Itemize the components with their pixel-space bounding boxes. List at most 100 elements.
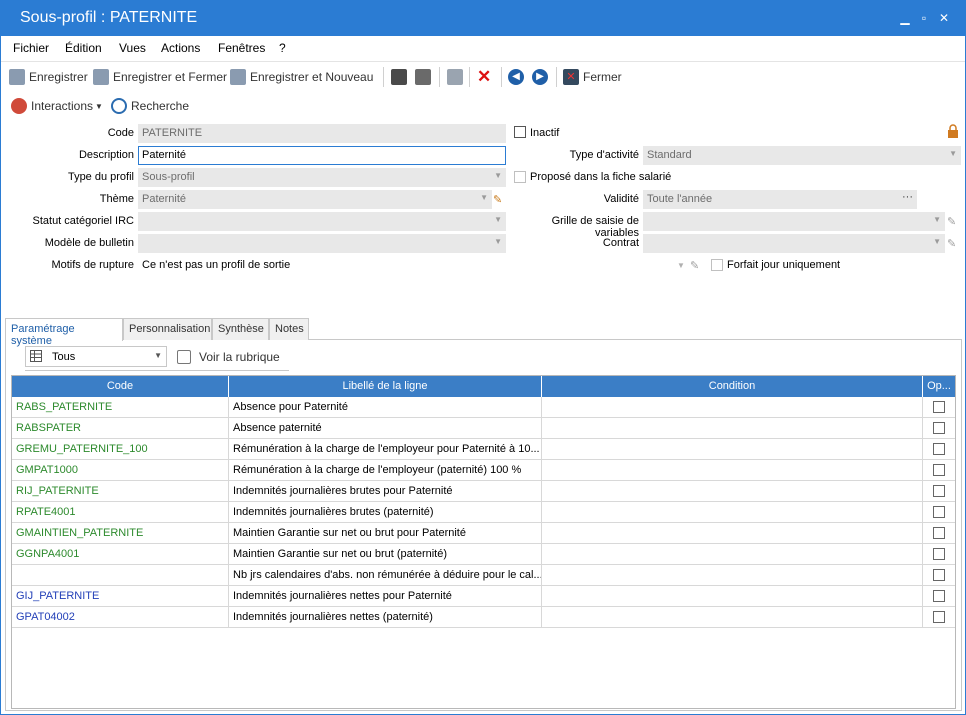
previous-button[interactable]: ◀ xyxy=(508,68,528,86)
activity-type-select[interactable]: Standard ▼ xyxy=(643,146,961,165)
cell-condition[interactable] xyxy=(542,544,923,565)
table-row[interactable]: RIJ_PATERNITE Indemnités journalières bru… xyxy=(12,481,955,502)
edit-pencil-icon[interactable]: ✎ xyxy=(947,237,956,250)
validity-field[interactable]: Toute l'année ··· xyxy=(643,190,917,209)
cell-label[interactable]: Absence pour Paternité xyxy=(229,397,542,418)
print-button[interactable] xyxy=(391,68,411,86)
edit-pencil-icon[interactable]: ✎ xyxy=(947,215,956,228)
menu-edit[interactable]: Édition xyxy=(65,41,102,55)
profile-type-select[interactable]: Sous-profil ▼ xyxy=(138,168,506,187)
column-header-code[interactable]: Code xyxy=(12,376,229,397)
contract-select[interactable]: ▼ xyxy=(643,234,945,253)
code-field[interactable]: PATERNITE xyxy=(138,124,506,143)
proposed-checkbox[interactable] xyxy=(514,171,526,183)
table-row[interactable]: GMAINTIEN_PATERNITE Maintien Garantie sur… xyxy=(12,523,955,544)
cell-label[interactable]: Maintien Garantie sur net ou brut pour P… xyxy=(229,523,542,544)
cell-code[interactable]: GIJ_PATERNITE xyxy=(12,586,229,607)
close-icon[interactable]: ✕ xyxy=(936,10,952,26)
cell-condition[interactable] xyxy=(542,607,923,628)
option-checkbox[interactable] xyxy=(933,611,945,623)
cell-label[interactable]: Rémunération à la charge de l'employeur … xyxy=(229,439,542,460)
table-row[interactable]: Nb jrs calendaires d'abs. non rémunérée … xyxy=(12,565,955,586)
tab-notes[interactable]: Notes xyxy=(269,318,309,340)
minimize-icon[interactable]: ▁ xyxy=(897,10,913,26)
maximize-icon[interactable]: ▫ xyxy=(916,10,932,26)
edit-pencil-icon[interactable]: ✎ xyxy=(493,193,502,206)
cell-code[interactable]: RABS_PATERNITE xyxy=(12,397,229,418)
save-close-button[interactable]: Enregistrer et Fermer xyxy=(93,68,227,86)
cell-label[interactable]: Indemnités journalières nettes pour Pate… xyxy=(229,586,542,607)
irc-status-select[interactable]: ▼ xyxy=(138,212,506,231)
menu-help[interactable]: ? xyxy=(279,41,286,55)
cell-label[interactable]: Indemnités journalières brutes pour Pate… xyxy=(229,481,542,502)
option-checkbox[interactable] xyxy=(933,569,945,581)
column-header-option[interactable]: Op... xyxy=(923,376,955,397)
option-checkbox[interactable] xyxy=(933,506,945,518)
inactive-checkbox[interactable] xyxy=(514,126,526,138)
cell-code[interactable]: GMAINTIEN_PATERNITE xyxy=(12,523,229,544)
cell-condition[interactable] xyxy=(542,418,923,439)
option-checkbox[interactable] xyxy=(933,443,945,455)
option-checkbox[interactable] xyxy=(933,548,945,560)
table-row[interactable]: RABS_PATERNITE Absence pour Paternité xyxy=(12,397,955,418)
save-button[interactable]: Enregistrer xyxy=(9,68,88,86)
cell-code[interactable]: RIJ_PATERNITE xyxy=(12,481,229,502)
print-preview-button[interactable] xyxy=(415,68,435,86)
interactions-button[interactable]: Interactions ▼ xyxy=(11,97,103,115)
cell-condition[interactable] xyxy=(542,565,923,586)
option-checkbox[interactable] xyxy=(933,527,945,539)
option-checkbox[interactable] xyxy=(933,401,945,413)
table-row[interactable]: RABSPATER Absence paternité xyxy=(12,418,955,439)
save-new-button[interactable]: Enregistrer et Nouveau xyxy=(230,68,373,86)
column-header-condition[interactable]: Condition xyxy=(542,376,923,397)
menu-views[interactable]: Vues xyxy=(119,41,146,55)
cell-condition[interactable] xyxy=(542,460,923,481)
cell-condition[interactable] xyxy=(542,523,923,544)
description-field[interactable]: Paternité xyxy=(138,146,506,165)
cell-label[interactable]: Indemnités journalières nettes (paternit… xyxy=(229,607,542,628)
cell-code[interactable]: RABSPATER xyxy=(12,418,229,439)
menu-actions[interactable]: Actions xyxy=(161,41,200,55)
table-row[interactable]: GMPAT1000 Rémunération à la charge de l'e… xyxy=(12,460,955,481)
chevron-down-icon[interactable]: ▼ xyxy=(677,261,685,270)
table-row[interactable]: GGNPA4001 Maintien Garantie sur net ou br… xyxy=(12,544,955,565)
next-button[interactable]: ▶ xyxy=(532,68,552,86)
cell-condition[interactable] xyxy=(542,397,923,418)
cell-code[interactable]: GPAT04002 xyxy=(12,607,229,628)
forfait-checkbox[interactable] xyxy=(711,259,723,271)
menu-windows[interactable]: Fenêtres xyxy=(218,41,265,55)
cell-code[interactable]: GMPAT1000 xyxy=(12,460,229,481)
option-checkbox[interactable] xyxy=(933,422,945,434)
delete-icon[interactable]: ✕ xyxy=(477,67,491,86)
cell-condition[interactable] xyxy=(542,481,923,502)
cell-code[interactable]: GREMU_PATERNITE_100 xyxy=(12,439,229,460)
option-checkbox[interactable] xyxy=(933,485,945,497)
variables-grid-select[interactable]: ▼ xyxy=(643,212,945,231)
tab-system-settings[interactable]: Paramétrage système xyxy=(5,318,123,347)
table-row[interactable]: RPATE4001 Indemnités journalières brutes … xyxy=(12,502,955,523)
column-header-label[interactable]: Libellé de la ligne xyxy=(229,376,542,397)
view-item-button[interactable]: Voir la rubrique xyxy=(177,348,280,366)
menu-file[interactable]: Fichier xyxy=(13,41,49,55)
tab-customization[interactable]: Personnalisation xyxy=(123,318,212,340)
table-row[interactable]: GREMU_PATERNITE_100 Rémunération à la cha… xyxy=(12,439,955,460)
cell-code[interactable] xyxy=(12,565,229,586)
cell-code[interactable]: RPATE4001 xyxy=(12,502,229,523)
search-button[interactable]: Recherche xyxy=(111,97,189,115)
theme-select[interactable]: Paternité ▼ xyxy=(138,190,492,209)
option-checkbox[interactable] xyxy=(933,464,945,476)
cell-code[interactable]: GGNPA4001 xyxy=(12,544,229,565)
table-row[interactable]: GPAT04002 Indemnités journalières nettes … xyxy=(12,607,955,628)
cell-label[interactable]: Maintien Garantie sur net ou brut (pater… xyxy=(229,544,542,565)
copy-button[interactable] xyxy=(447,68,467,86)
filter-select[interactable]: Tous ▼ xyxy=(25,346,167,367)
edit-pencil-icon[interactable]: ✎ xyxy=(690,259,699,272)
cell-label[interactable]: Nb jrs calendaires d'abs. non rémunérée … xyxy=(229,565,542,586)
cell-label[interactable]: Rémunération à la charge de l'employeur … xyxy=(229,460,542,481)
cell-label[interactable]: Absence paternité xyxy=(229,418,542,439)
cell-condition[interactable] xyxy=(542,586,923,607)
close-button[interactable]: ✕ Fermer xyxy=(563,68,622,86)
option-checkbox[interactable] xyxy=(933,590,945,602)
table-row[interactable]: GIJ_PATERNITE Indemnités journalières net… xyxy=(12,586,955,607)
cell-condition[interactable] xyxy=(542,439,923,460)
